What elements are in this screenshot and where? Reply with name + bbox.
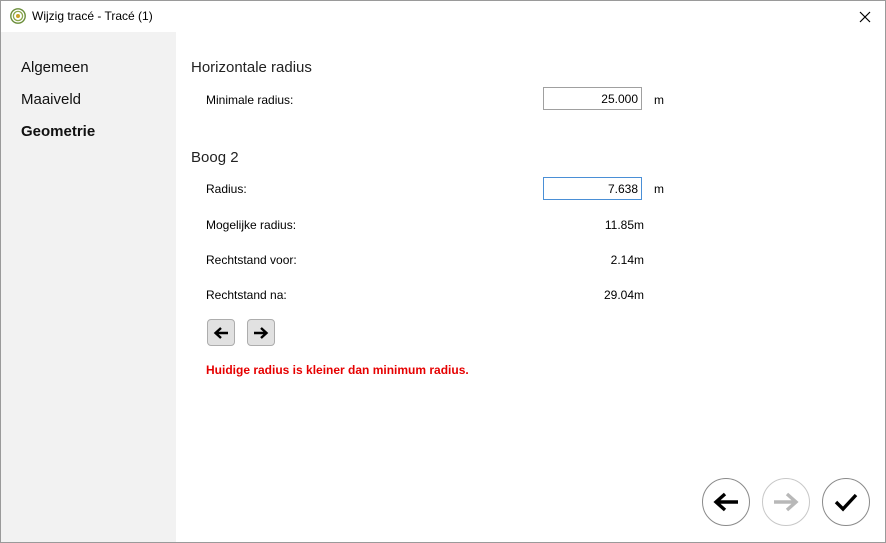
section-title-boog: Boog 2 <box>191 149 239 166</box>
radius-unit: m <box>654 182 664 196</box>
arrow-left-icon <box>213 326 228 339</box>
radius-label: Radius: <box>206 182 247 196</box>
possible-radius-label: Mogelijke radius: <box>206 218 297 232</box>
app-icon <box>10 8 26 24</box>
sidebar: Algemeen Maaiveld Geometrie <box>1 32 176 542</box>
straight-before-label: Rechtstand voor: <box>206 253 297 267</box>
dialog-window: Wijzig tracé - Tracé (1) Algemeen Maaive… <box>0 0 886 543</box>
checkmark-icon <box>834 493 858 512</box>
straight-after-label: Rechtstand na: <box>206 288 287 302</box>
close-icon <box>859 11 871 22</box>
section-title-horizontal-radius: Horizontale radius <box>191 59 312 76</box>
possible-radius-value: 11.85m <box>604 218 644 232</box>
close-button[interactable] <box>845 1 885 32</box>
straight-before-value: 2.14m <box>610 253 644 267</box>
arrow-right-icon <box>774 492 799 512</box>
confirm-button[interactable] <box>822 478 870 526</box>
min-radius-input[interactable] <box>543 87 642 110</box>
sidebar-item-geometrie[interactable]: Geometrie <box>21 123 95 140</box>
geometry-panel: Horizontale radius Minimale radius: m Bo… <box>176 32 885 542</box>
previous-boog-button[interactable] <box>207 319 235 346</box>
arrow-left-icon <box>713 492 738 512</box>
radius-input[interactable] <box>543 177 642 200</box>
min-radius-label: Minimale radius: <box>206 93 294 107</box>
arrow-right-icon <box>254 326 269 339</box>
sidebar-item-maaiveld[interactable]: Maaiveld <box>21 91 81 108</box>
back-button[interactable] <box>702 478 750 526</box>
sidebar-item-algemeen[interactable]: Algemeen <box>21 59 89 76</box>
forward-button[interactable] <box>762 478 810 526</box>
window-title: Wijzig tracé - Tracé (1) <box>32 9 153 23</box>
title-bar: Wijzig tracé - Tracé (1) <box>1 1 885 32</box>
straight-after-value: 29.04m <box>603 288 644 302</box>
error-message: Huidige radius is kleiner dan minimum ra… <box>206 363 469 377</box>
next-boog-button[interactable] <box>247 319 275 346</box>
min-radius-unit: m <box>654 93 664 107</box>
